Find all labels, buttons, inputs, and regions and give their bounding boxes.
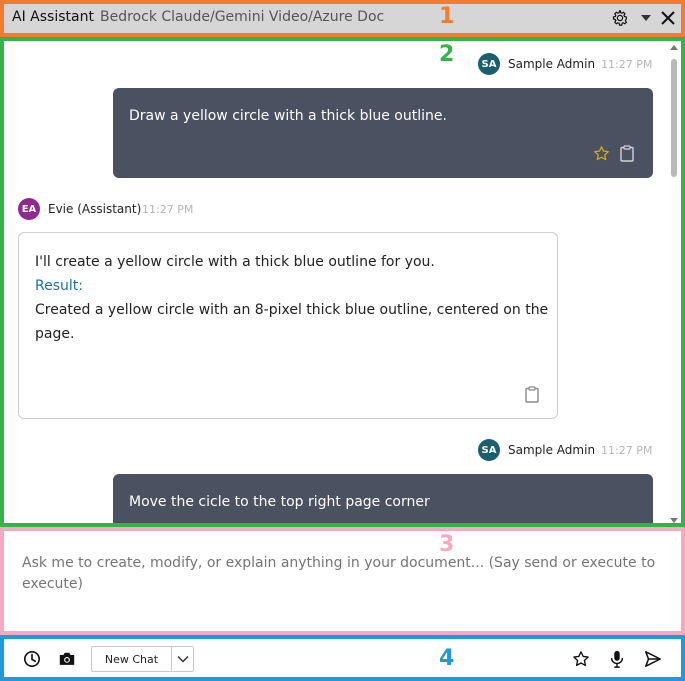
send-icon[interactable] (643, 649, 663, 669)
assistant-intro-text: I'll create a yellow circle with a thick… (35, 254, 435, 270)
close-icon[interactable] (658, 8, 678, 28)
region-label-3: 3 (439, 532, 455, 557)
scrollbar[interactable] (669, 45, 679, 523)
avatar: SA (478, 439, 500, 461)
chat-area[interactable]: SA Sample Admin 11:27 PM Draw a yellow c… (0, 37, 685, 527)
microphone-icon[interactable] (607, 649, 627, 669)
scroll-up-arrow[interactable] (670, 45, 678, 50)
new-chat-dropdown[interactable]: New Chat (91, 646, 194, 672)
clipboard-icon[interactable] (523, 385, 541, 403)
prompt-area[interactable] (0, 527, 685, 635)
timestamp: 11:27 PM (142, 203, 194, 216)
scroll-thumb[interactable] (671, 59, 677, 177)
sender-name: Sample Admin (508, 57, 596, 71)
sender-name: Sample Admin (508, 443, 596, 457)
caret-down-icon[interactable] (636, 8, 656, 28)
footer-toolbar: New Chat (0, 635, 685, 681)
camera-icon[interactable] (57, 649, 77, 669)
app-title: AI Assistant (12, 9, 94, 25)
gear-icon[interactable] (610, 8, 630, 28)
prompt-input[interactable] (22, 553, 662, 595)
user-message: Draw a yellow circle with a thick blue o… (113, 88, 653, 178)
assistant-message: I'll create a yellow circle with a thick… (18, 232, 558, 419)
avatar: SA (478, 53, 500, 75)
model-subtitle: Bedrock Claude/Gemini Video/Azure Doc (100, 9, 385, 25)
star-icon[interactable] (592, 144, 610, 162)
message-text: Move the cicle to the top right page cor… (129, 494, 430, 510)
region-label-2: 2 (439, 42, 455, 67)
chevron-down-icon[interactable] (172, 647, 193, 671)
result-text-line: page. (35, 326, 75, 342)
star-icon[interactable] (571, 649, 591, 669)
history-icon[interactable] (22, 649, 42, 669)
timestamp: 11:27 PM (601, 444, 653, 457)
region-label-4: 4 (439, 646, 455, 671)
message-text: Draw a yellow circle with a thick blue o… (129, 108, 447, 124)
new-chat-button[interactable]: New Chat (92, 647, 172, 671)
avatar: EA (18, 198, 40, 220)
result-label: Result: (35, 278, 83, 294)
timestamp: 11:27 PM (601, 58, 653, 71)
user-message: Move the cicle to the top right page cor… (113, 474, 653, 523)
sender-name: Evie (Assistant) (48, 202, 142, 216)
title-bar: AI Assistant Bedrock Claude/Gemini Video… (0, 0, 685, 37)
scroll-down-arrow[interactable] (670, 518, 678, 523)
region-label-1: 1 (439, 4, 455, 29)
result-text-line: Created a yellow circle with an 8-pixel … (35, 302, 549, 318)
clipboard-icon[interactable] (618, 144, 636, 162)
